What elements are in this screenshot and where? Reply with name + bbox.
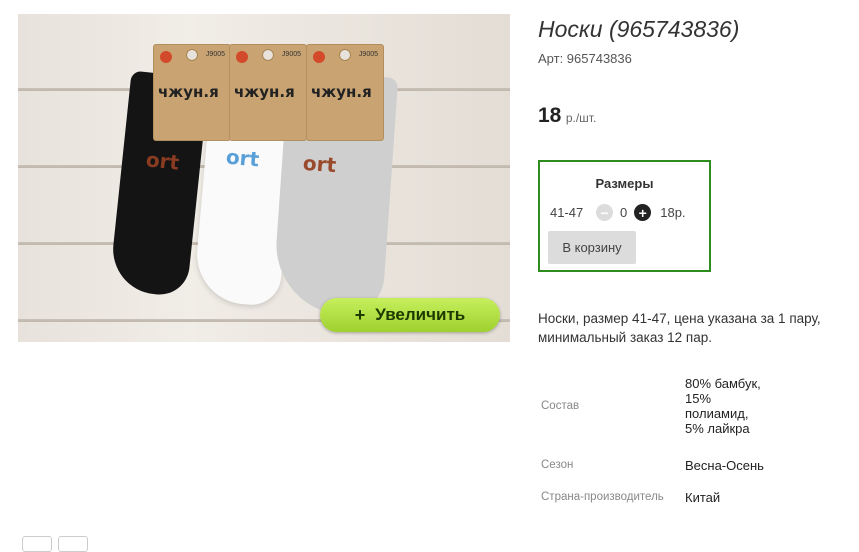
price-unit: р./шт. <box>565 111 597 125</box>
plus-circle-icon[interactable]: + <box>634 204 652 221</box>
thumbnail[interactable] <box>22 536 52 552</box>
tag-code: J9005 <box>358 51 378 58</box>
sizes-panel: Размеры 41-47 − 0 + 18р. В корзину <box>538 160 711 272</box>
zoom-button[interactable]: + Увеличить <box>320 298 500 332</box>
sock-print-text: ort <box>225 144 261 172</box>
quantity-value: 0 <box>620 205 628 220</box>
product-tag: J9005 чжун.я <box>153 44 231 141</box>
product-article: Арт: 965743836 <box>538 51 632 66</box>
spec-key: Страна-производитель <box>541 491 664 503</box>
thumbnail-strip <box>22 536 88 552</box>
tag-code: J9005 <box>205 51 225 58</box>
table-row: Состав 80% бамбук, 15% полиамид, 5% лайк… <box>538 366 768 446</box>
product-price: 18 р./шт. <box>538 104 596 128</box>
size-row: 41-47 − 0 + 18р. <box>550 204 686 221</box>
sizes-title: Размеры <box>595 176 654 191</box>
tag-code: J9005 <box>281 51 301 58</box>
price-value: 18 <box>538 104 562 127</box>
tag-brand: чжун.я <box>234 83 295 101</box>
tag-brand: чжун.я <box>158 83 219 101</box>
size-price: 18р. <box>660 205 686 220</box>
spec-value: Весна-Осень <box>685 457 764 473</box>
tag-hole <box>339 49 351 61</box>
sock-print-text: ort <box>144 147 181 175</box>
table-row: Страна-производитель Китай <box>538 484 768 510</box>
spec-value: 80% бамбук, 15% полиамид, 5% лайкра <box>685 376 761 436</box>
size-label: 41-47 <box>550 205 584 220</box>
brand-logo-icon <box>160 51 172 63</box>
product-title: Носки (965743836) <box>538 16 740 42</box>
product-tag: J9005 чжун.я <box>229 44 307 141</box>
product-description: Носки, размер 41-47, цена указана за 1 п… <box>538 311 821 345</box>
add-to-cart-button[interactable]: В корзину <box>548 231 636 264</box>
table-row: Сезон Весна-Осень <box>538 446 768 484</box>
sock-print-text: ort <box>302 150 337 178</box>
brand-logo-icon <box>236 51 248 63</box>
tag-brand: чжун.я <box>311 83 372 101</box>
tag-hole <box>262 49 274 61</box>
minus-circle-icon[interactable]: − <box>596 204 613 221</box>
zoom-button-label: Увеличить <box>375 305 466 324</box>
spec-key: Сезон <box>541 459 574 471</box>
specs-table: Состав 80% бамбук, 15% полиамид, 5% лайк… <box>538 366 768 510</box>
spec-key: Состав <box>541 400 580 412</box>
tag-hole <box>186 49 198 61</box>
brand-logo-icon <box>313 51 325 63</box>
plus-icon: + <box>354 304 366 325</box>
product-tag: J9005 чжун.я <box>306 44 384 141</box>
spec-value: Китай <box>685 489 721 505</box>
product-photo[interactable]: ort ort ort J9005 чжун.я J9005 чжун.я J9… <box>18 14 510 342</box>
thumbnail[interactable] <box>58 536 88 552</box>
